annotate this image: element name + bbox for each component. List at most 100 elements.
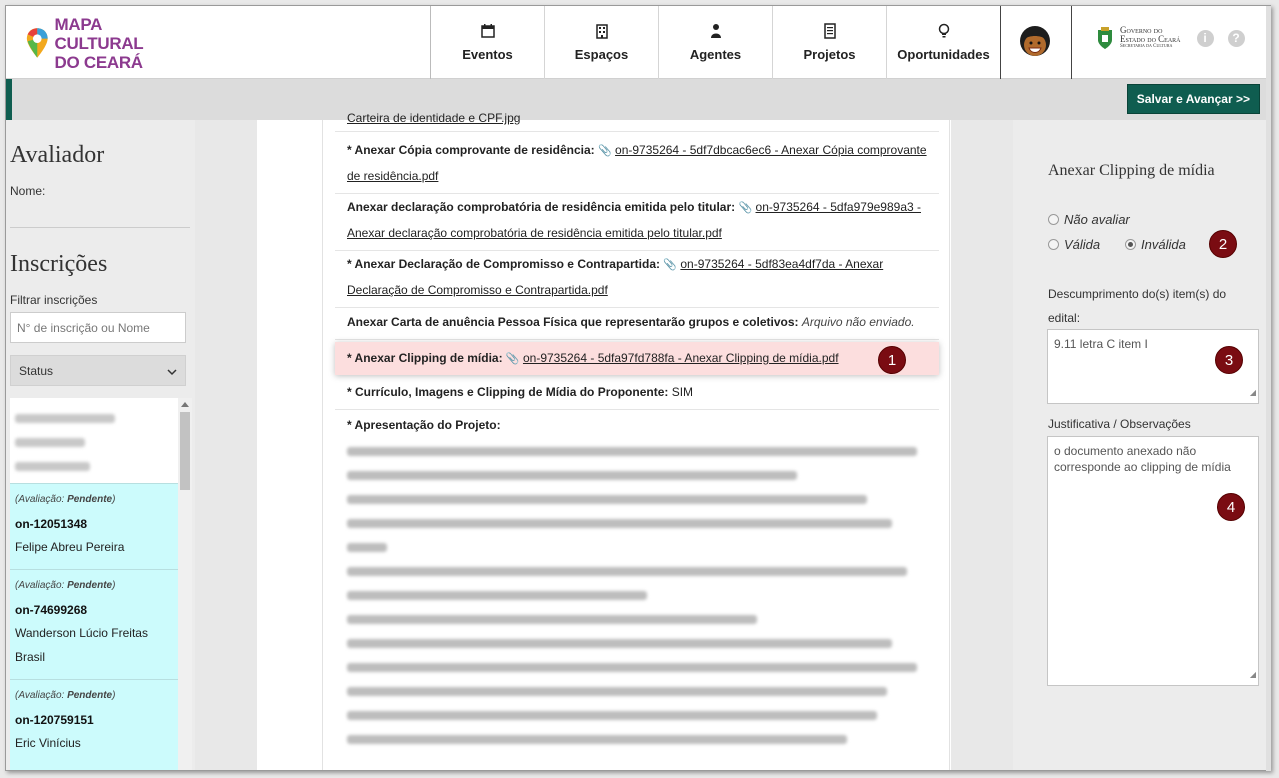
logo-text: MAPA CULTURAL DO CEARÁ bbox=[55, 15, 176, 72]
nav-projetos[interactable]: Projetos bbox=[773, 6, 887, 79]
redacted-text bbox=[347, 567, 907, 576]
list-item[interactable]: (Avaliação: Pendente) on-74699268 Wander… bbox=[10, 570, 178, 680]
nav-eventos-label: Eventos bbox=[462, 47, 513, 62]
radio-invalida[interactable]: Inválida bbox=[1125, 237, 1186, 252]
nav-agentes[interactable]: Agentes bbox=[659, 6, 773, 79]
help-icon[interactable]: ? bbox=[1227, 29, 1245, 47]
radio-circle[interactable] bbox=[1048, 239, 1059, 250]
nav-oportunidades-label: Oportunidades bbox=[897, 47, 990, 62]
evaluator-name-label: Nome: bbox=[10, 184, 46, 198]
field-value: SIM bbox=[671, 385, 694, 399]
status-select[interactable]: Status bbox=[10, 355, 186, 386]
evaluation-status: (Avaliação: Pendente) bbox=[15, 690, 172, 701]
redacted-text bbox=[15, 438, 85, 447]
field-row-highlighted: * Anexar Clipping de mídia: 📎 on-9735264… bbox=[335, 342, 939, 375]
filter-input[interactable]: N° de inscrição ou Nome bbox=[10, 312, 186, 343]
field-row: * Apresentação do Projeto: bbox=[335, 409, 939, 442]
field-row: Anexar Carta de anuência Pessoa Física q… bbox=[335, 306, 939, 340]
justificativa-textarea[interactable]: o documento anexado não corresponde ao c… bbox=[1047, 436, 1259, 686]
document-content: Carteira de identidade e CPF.jpg * Anexa… bbox=[322, 111, 950, 770]
resize-handle-icon[interactable]: ◢ bbox=[1250, 667, 1256, 683]
nav-projetos-label: Projetos bbox=[803, 47, 856, 62]
save-and-next-button[interactable]: Salvar e Avançar >> bbox=[1126, 84, 1260, 114]
redacted-text bbox=[347, 663, 917, 672]
redacted-text bbox=[347, 471, 797, 480]
divider bbox=[10, 227, 190, 228]
user-avatar-button[interactable] bbox=[999, 6, 1072, 79]
list-scrollbar[interactable] bbox=[178, 398, 192, 770]
evaluation-status: (Avaliação: Pendente) bbox=[15, 494, 172, 505]
gov-line-2: Estado do Ceará bbox=[1120, 34, 1181, 44]
eval-prefix: (Avaliação: bbox=[15, 494, 68, 505]
nav-espacos-label: Espaços bbox=[574, 47, 629, 62]
annotation-badge-1: 1 bbox=[878, 346, 906, 374]
inscription-name: Felipe Abreu Pereira bbox=[15, 540, 125, 554]
nav-eventos[interactable]: Eventos bbox=[431, 6, 545, 79]
annotation-badge-2: 2 bbox=[1209, 230, 1237, 258]
avatar bbox=[1020, 25, 1050, 56]
descumprimento-value: 9.11 letra C item I bbox=[1054, 337, 1148, 351]
field-row: * Currículo, Imagens e Clipping de Mídia… bbox=[335, 376, 939, 410]
document-icon bbox=[823, 23, 836, 39]
eval-status: Pendente bbox=[67, 494, 113, 505]
info-icon[interactable]: i bbox=[1196, 29, 1214, 47]
radio-nao-avaliar[interactable]: Não avaliar bbox=[1048, 212, 1130, 227]
annotation-badge-3: 3 bbox=[1215, 346, 1243, 374]
evaluation-status: (Avaliação: Pendente) bbox=[15, 580, 172, 591]
resize-handle-icon[interactable]: ◢ bbox=[1250, 385, 1256, 401]
inscription-number: on-120759151 bbox=[15, 713, 94, 727]
governo-ceara-logo: Governo do Estado do Ceará Secretaria da… bbox=[1096, 26, 1245, 50]
chevron-down-icon bbox=[167, 369, 177, 376]
nav-espacos[interactable]: Espaços bbox=[545, 6, 659, 79]
evaluation-panel: Anexar Clipping de mídia Não avaliar Vál… bbox=[1013, 120, 1270, 770]
eval-suffix: ) bbox=[112, 580, 116, 591]
field-label: * Anexar Clipping de mídia: bbox=[347, 351, 503, 365]
field-row: * Anexar Cópia comprovante de residência… bbox=[335, 134, 939, 194]
list-item[interactable]: (Avaliação: Pendente) on-120759151 Eric … bbox=[10, 680, 178, 770]
logo-line-2: DO CEARÁ bbox=[54, 52, 144, 72]
gov-line-3: Secretaria da Cultura bbox=[1120, 44, 1173, 49]
governo-text: Governo do Estado do Ceará Secretaria da… bbox=[1120, 26, 1181, 50]
mapa-cultural-logo[interactable]: MAPA CULTURAL DO CEARÁ bbox=[26, 15, 176, 72]
inscription-number: on-12051348 bbox=[15, 517, 88, 531]
page-scrollbar[interactable] bbox=[1266, 6, 1271, 771]
inscription-list: (Avaliação: Pendente) on-12051348 Felipe… bbox=[10, 398, 178, 770]
person-icon bbox=[710, 24, 721, 38]
justificativa-label: Justificativa / Observações bbox=[1048, 417, 1191, 431]
redacted-text bbox=[347, 639, 892, 648]
radio-valida[interactable]: Válida bbox=[1048, 237, 1100, 252]
inscricoes-title: Inscrições bbox=[10, 251, 108, 277]
radio-circle[interactable] bbox=[1048, 214, 1059, 225]
radio-label: Não avaliar bbox=[1064, 212, 1130, 227]
list-item-redacted[interactable] bbox=[10, 398, 178, 484]
eval-suffix: ) bbox=[112, 690, 116, 701]
paperclip-icon: 📎 bbox=[738, 202, 753, 214]
redacted-text bbox=[15, 462, 90, 471]
form-view: Carteira de identidade e CPF.jpg * Anexa… bbox=[195, 111, 1013, 770]
eval-suffix: ) bbox=[112, 494, 116, 505]
paperclip-icon: 📎 bbox=[505, 353, 520, 365]
scroll-up-icon[interactable] bbox=[181, 401, 189, 407]
redacted-text bbox=[347, 735, 847, 744]
redacted-text bbox=[347, 519, 892, 528]
attachment-link[interactable]: on-9735264 - 5dfa97fd788fa - Anexar Clip… bbox=[523, 351, 839, 365]
inscription-name: Wanderson Lúcio Freitas Brasil bbox=[15, 626, 148, 664]
main-nav: Eventos Espaços Agentes Projetos Oportun… bbox=[430, 6, 1001, 79]
nav-agentes-label: Agentes bbox=[689, 47, 742, 62]
field-label: Anexar declaração comprobatória de resid… bbox=[347, 200, 736, 214]
inscription-name: Eric Vinícius bbox=[15, 736, 81, 750]
radio-label: Inválida bbox=[1141, 237, 1186, 252]
field-label: * Currículo, Imagens e Clipping de Mídia… bbox=[347, 385, 669, 399]
logo-line-1: MAPA CULTURAL bbox=[54, 14, 144, 53]
building-icon bbox=[595, 24, 608, 39]
scroll-thumb[interactable] bbox=[180, 412, 190, 490]
evaluator-sidebar: Avaliador Nome: Inscrições Filtrar inscr… bbox=[6, 120, 195, 770]
radio-circle-selected[interactable] bbox=[1125, 239, 1136, 250]
list-item[interactable]: (Avaliação: Pendente) on-12051348 Felipe… bbox=[10, 484, 178, 570]
inscription-number: on-74699268 bbox=[15, 603, 88, 617]
calendar-icon bbox=[480, 24, 495, 38]
nav-oportunidades[interactable]: Oportunidades bbox=[887, 6, 1001, 79]
eval-status: Pendente bbox=[67, 690, 113, 701]
attachment-link[interactable]: Carteira de identidade e CPF.jpg bbox=[347, 111, 520, 125]
evaluation-title: Anexar Clipping de mídia bbox=[1048, 162, 1215, 179]
